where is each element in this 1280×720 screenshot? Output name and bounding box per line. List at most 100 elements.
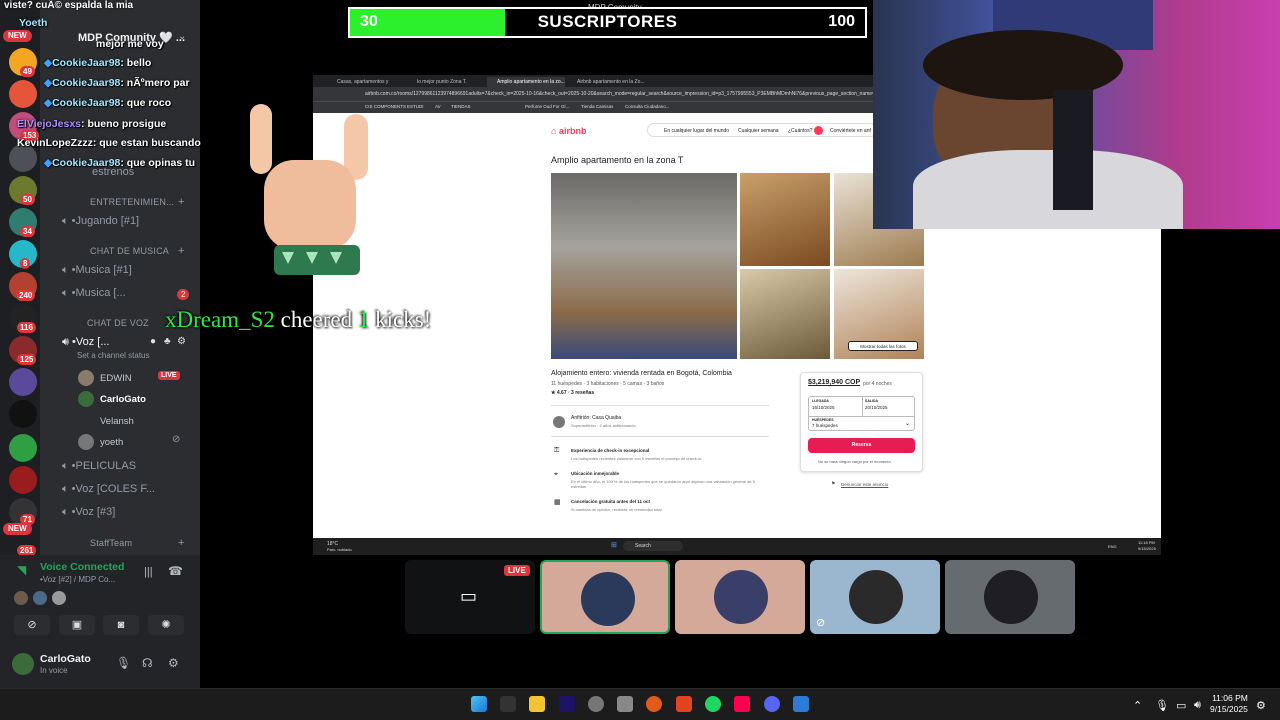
chrome-icon[interactable] (588, 696, 604, 712)
airbnb-logo[interactable]: ⌂ airbnb (551, 126, 586, 136)
server-icon[interactable] (9, 80, 37, 108)
camera-off-button[interactable]: ⊘ (14, 615, 50, 635)
channel-jugando[interactable]: 🔈︎ •Jugando [#1] (62, 215, 139, 228)
listing-photo[interactable] (740, 269, 830, 359)
guests-value[interactable]: 7 huéspedes (812, 423, 838, 428)
notification-icon[interactable]: ⚙ (1256, 699, 1266, 712)
chat-bubble-icon[interactable]: ● (150, 336, 156, 347)
bookmark[interactable]: TIENDAS (451, 104, 471, 109)
microphone-icon[interactable]: 🎙︎ (1155, 699, 1169, 712)
become-host-link[interactable]: Conviértete en anf (830, 128, 871, 134)
url-text[interactable]: airbnb.com.co/rooms/12799861123974896691… (365, 91, 886, 97)
channel-musica-2[interactable]: 🔈︎ •Musica [... (62, 287, 126, 300)
add-channel-icon[interactable]: + (178, 196, 184, 208)
browser-tab[interactable]: Casas, apartamentos y alquile... (327, 77, 405, 95)
browser-tab[interactable]: lo mejor punto Zona T. Buena... (407, 77, 485, 95)
gear-icon[interactable]: ⚙ (168, 656, 179, 670)
voice-member[interactable]: CarloGato (78, 391, 146, 407)
chevron-down-icon[interactable]: ⌄ (905, 420, 910, 427)
search-where[interactable]: En cualquier lugar del mundo (664, 128, 729, 134)
chevron-down-icon[interactable]: ⌄ (178, 31, 186, 42)
firefox-icon[interactable] (646, 696, 662, 712)
listing-photo-main[interactable] (551, 173, 737, 359)
browser-tab[interactable]: Airbnb apartamento en la Zo... (567, 77, 645, 87)
windows-start-icon[interactable] (471, 696, 487, 712)
report-listing-link[interactable]: Denunciar este anuncio (841, 482, 888, 487)
voice-member[interactable]: Velansh (78, 413, 134, 429)
spotify-icon[interactable] (705, 696, 721, 712)
language-indicator[interactable]: ENG (1108, 544, 1117, 549)
soundboard-button[interactable]: ✺ (148, 615, 184, 635)
avatar[interactable] (12, 653, 34, 675)
premiere-icon[interactable] (559, 696, 575, 712)
file-explorer-icon[interactable] (529, 696, 545, 712)
gear-icon[interactable]: ⚙ (177, 336, 186, 347)
windows-start-icon[interactable]: ⊞ (611, 541, 617, 549)
notes-icon[interactable] (793, 696, 809, 712)
taskbar-clock[interactable]: 11:06 PM 9/15/2025 (1210, 693, 1248, 715)
server-icon[interactable] (9, 466, 37, 494)
airbnb-search-bar[interactable]: En cualquier lugar del mundo Cualquier s… (647, 123, 877, 137)
voice-member[interactable]: yoeth (78, 434, 123, 450)
participant-tile[interactable] (675, 560, 805, 634)
channel-voz-active[interactable]: 🔊︎ •Voz [... (62, 336, 109, 349)
channel-voz-coles[interactable]: 🔈︎ •Voz [COLES F... (62, 483, 155, 496)
search-who[interactable]: ¿Cuántos? (788, 128, 812, 134)
headphones-icon[interactable]: ☊ (142, 656, 153, 670)
taskbar-search[interactable] (623, 541, 683, 551)
bookmark[interactable]: AV (435, 104, 441, 109)
voice-member[interactable]: EDWIN (78, 370, 132, 386)
user-name[interactable]: CarloGato (40, 653, 91, 665)
tiktok-icon[interactable] (734, 696, 750, 712)
network-icon[interactable]: ▭ (1176, 699, 1186, 712)
shared-clock-date[interactable]: 9/15/2025 (1138, 546, 1156, 551)
brave-icon[interactable] (676, 696, 692, 712)
activities-button[interactable]: ◙ (103, 615, 139, 635)
taskbar-search-label[interactable]: Search (635, 543, 651, 549)
channel-peliculas[interactable]: 🔈︎ •PELICULAS (62, 460, 136, 473)
server-icon[interactable] (9, 434, 37, 462)
host-avatar[interactable] (553, 416, 565, 428)
search-when[interactable]: Cualquier semana (738, 128, 779, 134)
discord-icon[interactable] (764, 696, 780, 712)
signal-icon[interactable]: ◥ (17, 563, 26, 577)
checkout-date[interactable]: 20/10/2025 (865, 405, 888, 410)
channel-voz-3[interactable]: 🔈︎ •Voz [#3] (62, 506, 115, 519)
participant-tile[interactable] (540, 560, 670, 634)
checkin-date[interactable]: 16/10/2025 (812, 405, 835, 410)
disconnect-icon[interactable]: ☎ (168, 564, 183, 578)
listing-rating[interactable]: ★ 4.67 · 3 reseñas (551, 390, 594, 396)
invite-icon[interactable]: ♣ (164, 336, 171, 347)
category-chat-de-musica[interactable]: CHAT DE MUSICA (90, 246, 169, 256)
reserve-button[interactable]: Reserva (808, 438, 915, 453)
category-entretenimiento[interactable]: ENTRETENIMIEN... (90, 197, 174, 207)
bookmark[interactable]: Consulta Ciudadano... (625, 104, 670, 109)
category-chat-de-voz[interactable]: CHAT DE VOZ (87, 318, 149, 328)
microphone-icon[interactable]: 🎙︎ (116, 656, 131, 670)
chevron-up-icon[interactable]: ⌃ (1133, 699, 1142, 712)
volume-icon[interactable]: 🔊︎ (1194, 699, 1201, 712)
search-icon[interactable] (814, 126, 823, 135)
voice-connected-title[interactable]: Voice Connected (40, 561, 124, 573)
bookmark[interactable]: Perfume Oud For Gl... (525, 104, 569, 109)
notepad-icon[interactable] (617, 696, 633, 712)
browser-tab-active[interactable]: Amplio apartamento en la zo... (487, 77, 565, 87)
category-staffteam[interactable]: StaffTeam (90, 538, 132, 548)
participant-tile[interactable] (945, 560, 1075, 634)
epic-games-icon[interactable] (500, 696, 516, 712)
bookmark[interactable]: ESTUDI (407, 104, 424, 109)
channel-status-prompt[interactable]: Set a channel status (77, 351, 150, 360)
server-icon[interactable] (9, 368, 37, 396)
shared-clock-time[interactable]: 11:18 PM (1138, 540, 1155, 545)
bookmark[interactable]: Tienda Camisas (581, 104, 613, 109)
listing-photo[interactable] (740, 173, 830, 266)
screen-share-button[interactable]: ▣ (59, 615, 95, 635)
noise-suppression-icon[interactable]: ||| (144, 566, 153, 578)
participant-tile[interactable]: ⊘ (810, 560, 940, 634)
add-channel-icon[interactable]: + (178, 245, 184, 257)
server-icon[interactable] (9, 400, 37, 428)
voice-channel-path[interactable]: •Voz [#2] / MDP Co... (40, 575, 115, 584)
channel-musica-1[interactable]: 🔈︎ •Musica [#1] (62, 264, 132, 277)
add-channel-icon[interactable]: + (178, 537, 184, 549)
show-all-photos-button[interactable]: Mostrar todas las fotos (848, 341, 918, 351)
